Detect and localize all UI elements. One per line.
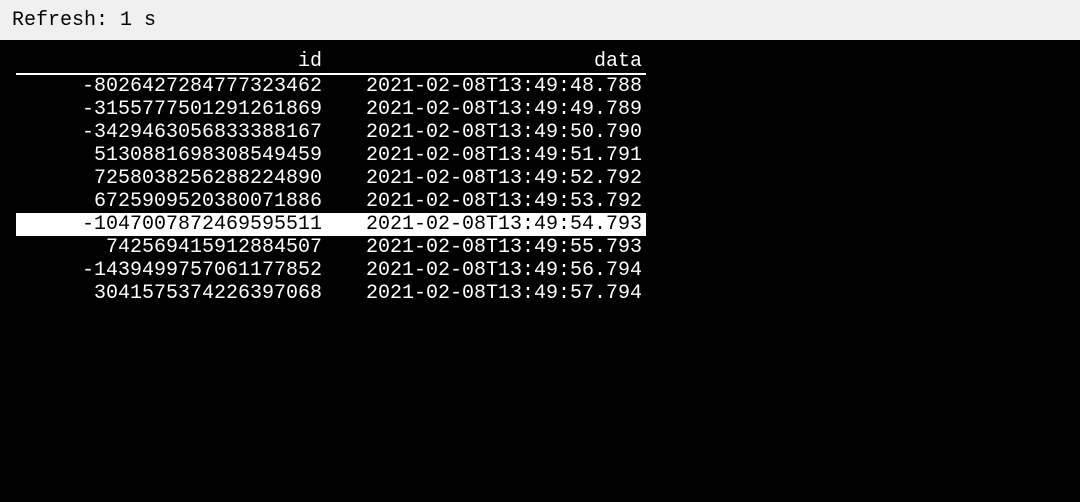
cell-data: 2021-02-08T13:49:54.793	[338, 213, 646, 236]
table-row: -8026427284777323462 2021-02-08T13:49:48.…	[16, 74, 646, 98]
cell-data: 2021-02-08T13:49:52.792	[338, 167, 646, 190]
cell-data: 2021-02-08T13:49:56.794	[338, 259, 646, 282]
table-row: 742569415912884507 2021-02-08T13:49:55.79…	[16, 236, 646, 259]
cell-id: -1047007872469595511	[16, 213, 326, 236]
table-row: -3155777501291261869 2021-02-08T13:49:49.…	[16, 98, 646, 121]
column-header-data: data	[338, 50, 646, 74]
column-header-id: id	[16, 50, 326, 74]
cell-id: -3429463056833388167	[16, 121, 326, 144]
table-row: 3041575374226397068 2021-02-08T13:49:57.7…	[16, 282, 646, 305]
cell-id: 7258038256288224890	[16, 167, 326, 190]
cell-data: 2021-02-08T13:49:50.790	[338, 121, 646, 144]
cell-id: 742569415912884507	[16, 236, 326, 259]
terminal-output: id data -8026427284777323462 2021-02-08T1…	[0, 40, 1080, 502]
table-row: -1439499757061177852 2021-02-08T13:49:56.…	[16, 259, 646, 282]
cell-data: 2021-02-08T13:49:53.792	[338, 190, 646, 213]
cell-id: 3041575374226397068	[16, 282, 326, 305]
cell-id: 5130881698308549459	[16, 144, 326, 167]
table-row: 6725909520380071886 2021-02-08T13:49:53.7…	[16, 190, 646, 213]
data-table: id data -8026427284777323462 2021-02-08T1…	[16, 50, 646, 305]
cell-data: 2021-02-08T13:49:57.794	[338, 282, 646, 305]
cell-id: -1439499757061177852	[16, 259, 326, 282]
table-row: 7258038256288224890 2021-02-08T13:49:52.7…	[16, 167, 646, 190]
cell-id: -3155777501291261869	[16, 98, 326, 121]
refresh-header: Refresh: 1 s	[0, 0, 1080, 40]
cell-data: 2021-02-08T13:49:48.788	[338, 74, 646, 98]
refresh-label: Refresh: 1 s	[12, 9, 156, 32]
cell-data: 2021-02-08T13:49:55.793	[338, 236, 646, 259]
table-row: -1047007872469595511 2021-02-08T13:49:54.…	[16, 213, 646, 236]
cell-id: 6725909520380071886	[16, 190, 326, 213]
cell-data: 2021-02-08T13:49:51.791	[338, 144, 646, 167]
table-row: 5130881698308549459 2021-02-08T13:49:51.7…	[16, 144, 646, 167]
cell-data: 2021-02-08T13:49:49.789	[338, 98, 646, 121]
cell-id: -8026427284777323462	[16, 74, 326, 98]
table-row: -3429463056833388167 2021-02-08T13:49:50.…	[16, 121, 646, 144]
